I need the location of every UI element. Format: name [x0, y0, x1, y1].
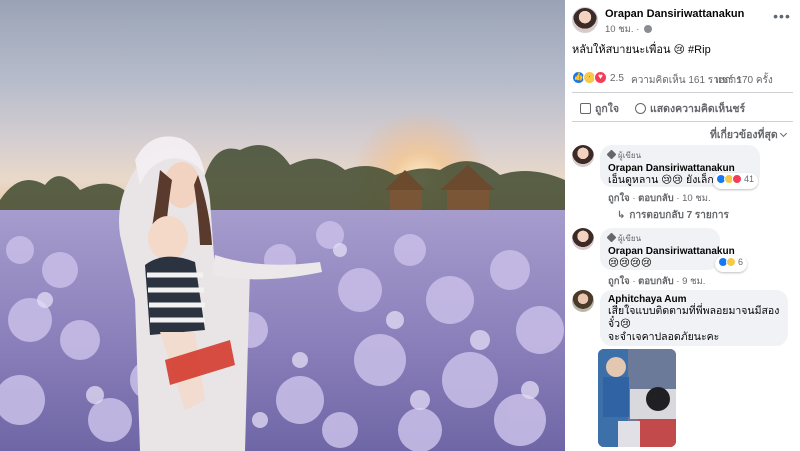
comment-button-label: แสดงความคิดเห็นชร์ — [650, 103, 746, 115]
globe-icon — [644, 25, 653, 33]
post-time[interactable]: 10 ชม. · — [605, 22, 653, 37]
author-avatar[interactable] — [572, 7, 598, 33]
comment-time[interactable]: 10 ชม. — [682, 193, 711, 204]
comment-text-line: จะจำเจคาปลอดภัยนะคะ — [608, 331, 720, 343]
comment-text-line: เสียใจแบบติดตามที่พี่พลอยมาจนมีสอง — [608, 305, 780, 317]
like-button[interactable]: ถูกใจ — [580, 100, 619, 117]
love-reaction-icon — [732, 174, 742, 184]
comment-reactions[interactable]: 41 — [713, 173, 759, 189]
comment-bubble: ผู้เขียน Orapan Dansiriwattanakun 😢😢😢😢 — [600, 228, 735, 270]
post-photo[interactable] — [0, 0, 565, 451]
commenter-name[interactable]: Aphitchaya Aum — [608, 294, 780, 305]
attachment-scene — [598, 349, 676, 447]
author-badge-label: ผู้เขียน — [618, 234, 642, 243]
post-stats: 👍 · ♥ 2.5 ความคิดเห็น 161 รายการ แชร์ 17… — [565, 68, 800, 88]
comment-attachment-photo[interactable] — [598, 349, 676, 447]
comment-like-link[interactable]: ถูกใจ — [608, 193, 630, 204]
comment-text-line: จั๋ว😢 — [608, 318, 631, 330]
post-time-text: 10 ชม. — [605, 24, 634, 35]
like-button-label: ถูกใจ — [595, 103, 619, 115]
sad-reaction-icon — [726, 257, 736, 267]
commenter-avatar[interactable] — [572, 145, 594, 167]
author-badge: ผู้เขียน — [606, 232, 712, 245]
commenter-avatar[interactable] — [572, 228, 594, 250]
replies-label: การตอบกลับ 7 รายการ — [629, 210, 729, 221]
photo-scene — [0, 110, 565, 451]
comment-like-link[interactable]: ถูกใจ — [608, 276, 630, 287]
commenter-name[interactable]: Orapan Dansiriwattanakun — [608, 246, 735, 257]
pen-icon — [606, 232, 617, 243]
comment-text: 😢😢😢😢 — [608, 257, 652, 269]
comment-reply-link[interactable]: ตอบกลับ — [638, 276, 674, 287]
comment-item: ผู้เขียน Orapan Dansiriwattanakun เอ็นดู… — [565, 145, 800, 225]
comment-reaction-count: 41 — [744, 174, 755, 184]
love-reaction-icon[interactable]: ♥ — [594, 71, 607, 84]
reaction-count[interactable]: 2.5 — [610, 73, 624, 84]
author-name[interactable]: Orapan Dansiriwattanakun — [605, 8, 744, 20]
comment-button[interactable]: แสดงความคิดเห็นชร์ — [635, 100, 800, 117]
comment-bubble: Aphitchaya Aum เสียใจแบบติดตามที่พี่พลอย… — [600, 290, 788, 346]
thumbs-up-icon — [580, 103, 591, 114]
divider — [572, 92, 793, 93]
post-header: Orapan Dansiriwattanakun 10 ชม. · ••• — [565, 0, 800, 40]
chevron-down-icon — [779, 129, 787, 138]
share-count[interactable]: แชร์ 170 ครั้ง — [715, 73, 773, 88]
comment-reactions[interactable]: 6 — [715, 256, 748, 272]
pen-icon — [606, 149, 617, 160]
post-actions: ถูกใจ แสดงความคิดเห็นชร์ — [565, 97, 800, 119]
comment-time[interactable]: 9 ชม. — [682, 276, 705, 287]
comment-reaction-count: 6 — [738, 257, 744, 267]
comment-reply-link[interactable]: ตอบกลับ — [638, 193, 674, 204]
comment-meta: ถูกใจ · ตอบกลับ · 9 ชม. — [608, 276, 706, 287]
author-badge: ผู้เขียน — [606, 149, 752, 162]
comment-icon — [635, 103, 646, 114]
comment-sort-dropdown[interactable]: ที่เกี่ยวข้องที่สุด — [710, 126, 787, 143]
view-replies-link[interactable]: ↳ การตอบกลับ 7 รายการ — [617, 208, 729, 223]
author-badge-label: ผู้เขียน — [618, 151, 642, 160]
commenter-avatar[interactable] — [572, 290, 594, 312]
sort-label: ที่เกี่ยวข้องที่สุด — [710, 129, 778, 141]
comment-meta: ถูกใจ · ตอบกลับ · 10 ชม. — [608, 193, 711, 204]
comment-item: ผู้เขียน Orapan Dansiriwattanakun 😢😢😢😢 6… — [565, 228, 800, 288]
reply-arrow-icon: ↳ — [617, 210, 626, 221]
post-caption: หลับให้สบายนะเพื่อน 😢 #Rip — [572, 44, 711, 56]
divider — [572, 121, 793, 122]
more-dots-icon[interactable]: ••• — [772, 9, 792, 26]
